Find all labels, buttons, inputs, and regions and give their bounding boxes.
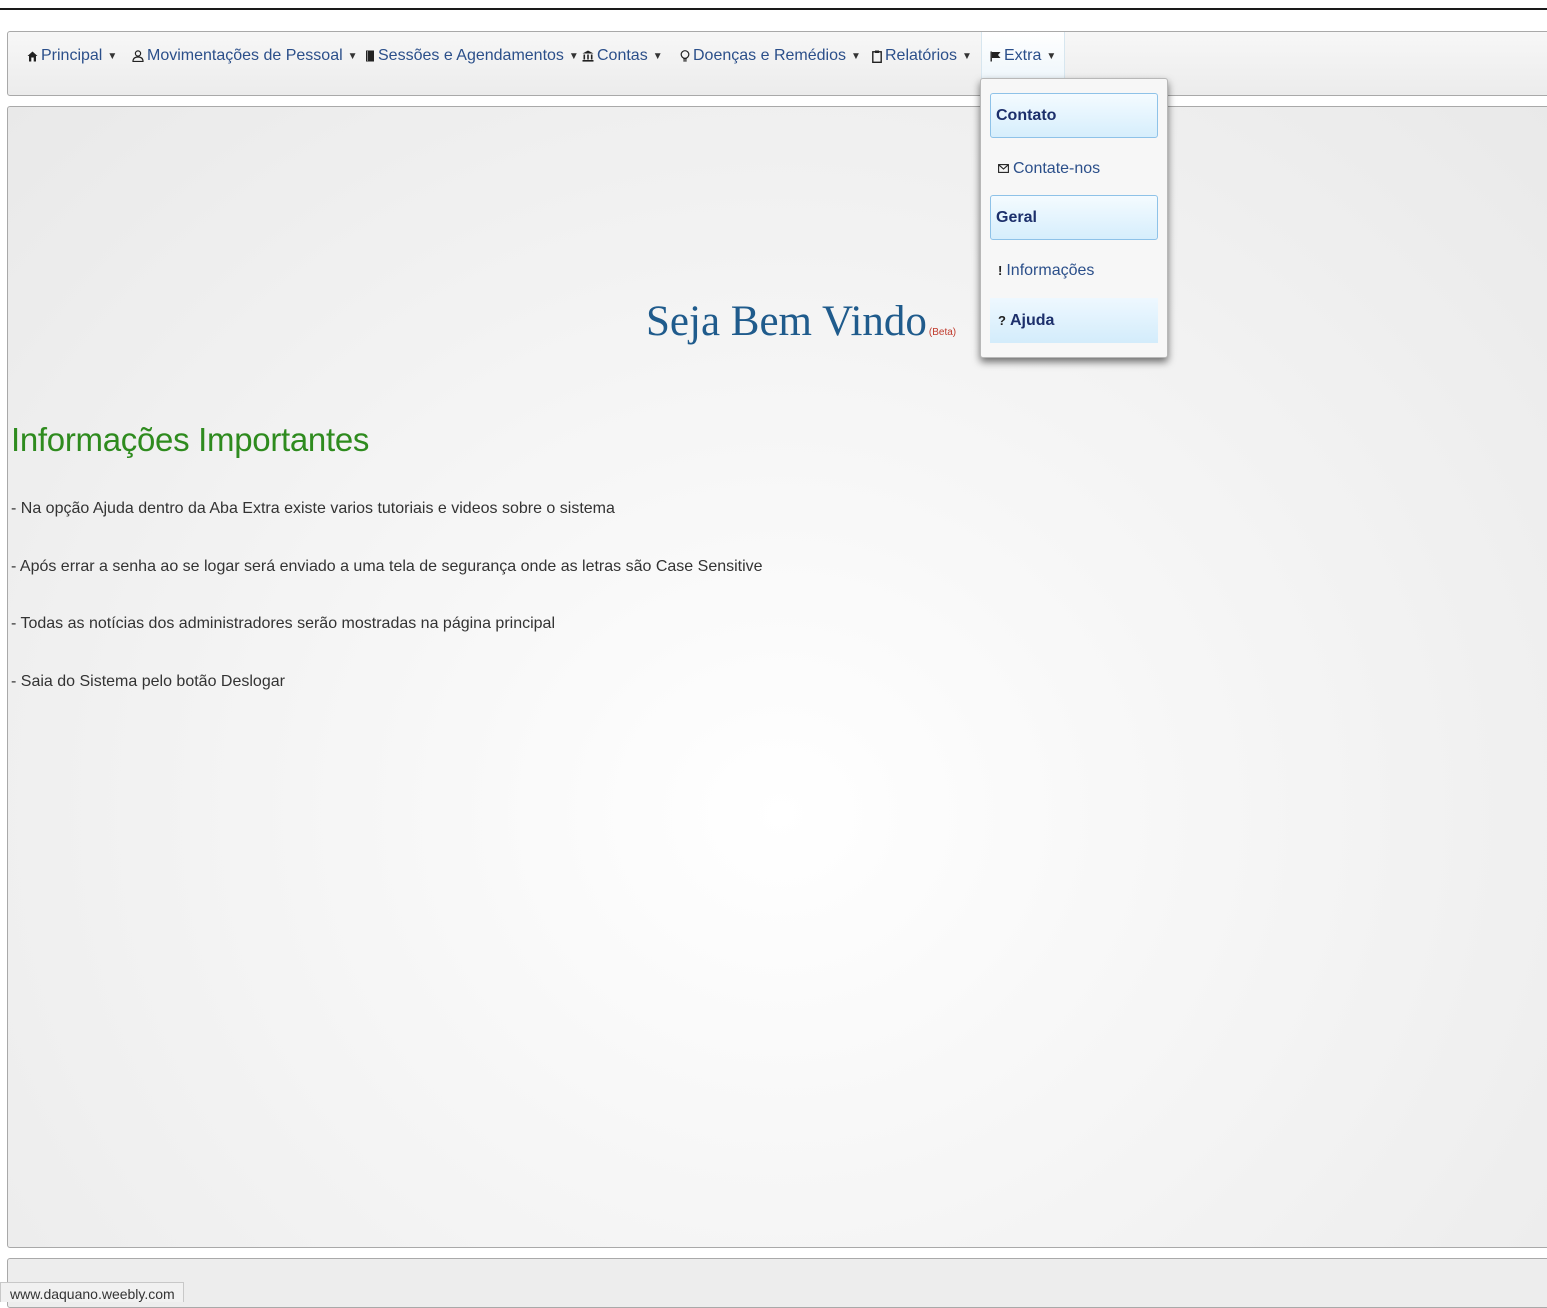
nav-item-relatorios[interactable]: Relatórios ▼	[872, 32, 972, 80]
nav-item-contas[interactable]: Contas ▼	[582, 32, 663, 80]
question-icon: ?	[998, 313, 1006, 328]
info-line: - Após errar a senha ao se logar será en…	[11, 558, 763, 575]
top-border	[0, 8, 1547, 10]
nav-label-extra: Extra	[1004, 47, 1042, 64]
extra-dropdown-menu: Contato Contate-nos Geral ! Informações …	[980, 78, 1168, 358]
info-title: Informações Importantes	[11, 421, 370, 458]
chevron-down-icon: ▼	[568, 50, 579, 62]
menu-item-label: Contate-nos	[1013, 159, 1101, 177]
bank-icon	[582, 50, 594, 62]
beta-badge: (Beta)	[928, 327, 957, 338]
nav-label-principal: Principal	[41, 47, 103, 64]
user-icon	[132, 50, 144, 62]
chevron-down-icon: ▼	[652, 50, 663, 62]
chevron-down-icon: ▼	[1046, 50, 1057, 62]
menu-item-contate-nos[interactable]: Contate-nos	[990, 146, 1158, 191]
nav-label-doencas: Doenças e Remédios	[693, 47, 846, 64]
dropdown-header-contato: Contato	[990, 93, 1158, 138]
menu-item-label: Informações	[1006, 261, 1095, 279]
envelope-icon	[998, 161, 1009, 176]
nav-label-contas: Contas	[597, 47, 648, 64]
lightbulb-icon	[680, 49, 690, 63]
chevron-down-icon: ▼	[962, 50, 972, 62]
nav-item-extra[interactable]: Extra ▼	[981, 32, 1066, 80]
nav-item-doencas[interactable]: Doenças e Remédios ▼	[680, 32, 861, 80]
clipboard-icon	[872, 50, 882, 63]
flag-icon	[990, 51, 1001, 62]
nav-label-movimentacoes: Movimentações de Pessoal	[147, 47, 343, 64]
info-line: - Na opção Ajuda dentro da Aba Extra exi…	[11, 500, 615, 517]
nav-item-sessoes[interactable]: Sessões e Agendamentos ▼	[365, 32, 579, 80]
info-line: - Todas as notícias dos administradores …	[11, 615, 555, 632]
menu-item-informacoes[interactable]: ! Informações	[990, 248, 1158, 293]
chevron-down-icon: ▼	[850, 50, 861, 62]
chevron-down-icon: ▼	[347, 50, 358, 62]
menu-item-ajuda[interactable]: ? Ajuda	[990, 298, 1158, 343]
home-icon	[27, 51, 38, 62]
nav-item-movimentacoes[interactable]: Movimentações de Pessoal ▼	[132, 32, 358, 80]
chevron-down-icon: ▼	[107, 50, 118, 62]
status-bar-url: www.daquano.weebly.com	[0, 1282, 184, 1302]
welcome-text: Seja Bem Vindo	[646, 298, 927, 345]
nav-label-relatorios: Relatórios	[885, 47, 958, 64]
info-line: - Saia do Sistema pelo botão Deslogar	[11, 673, 285, 690]
menu-item-label: Ajuda	[1009, 311, 1055, 329]
footer-bar	[7, 1258, 1547, 1308]
exclamation-icon: !	[998, 263, 1003, 278]
main-content: Seja Bem Vindo (Beta) Informações Importa…	[7, 106, 1547, 1248]
main-navbar: Principal ▼ Movimentações de Pessoal ▼ S…	[7, 31, 1547, 96]
dropdown-header-geral: Geral	[990, 195, 1158, 240]
nav-item-principal[interactable]: Principal ▼	[27, 32, 117, 80]
welcome-heading: Seja Bem Vindo (Beta)	[646, 297, 956, 346]
nav-label-sessoes: Sessões e Agendamentos	[378, 47, 564, 64]
book-icon	[365, 50, 375, 62]
